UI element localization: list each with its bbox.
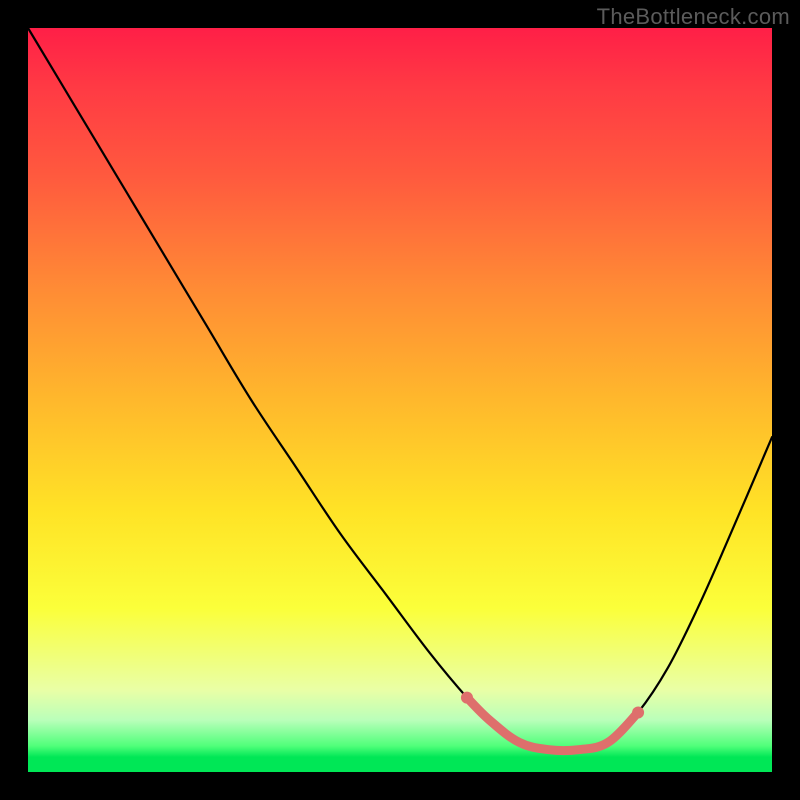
plot-area: [28, 28, 772, 772]
watermark-text: TheBottleneck.com: [597, 4, 790, 30]
bottleneck-curve: [28, 28, 772, 772]
chart-frame: TheBottleneck.com: [0, 0, 800, 800]
